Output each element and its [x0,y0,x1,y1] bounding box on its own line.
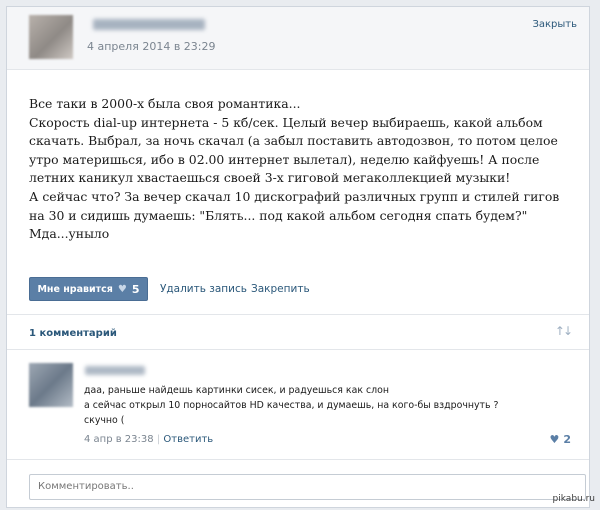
post-text-line: летних каникул хвастаешься своей 3-х гиг… [29,170,511,186]
comment-date[interactable]: 4 апр в 23:38 [84,434,154,445]
comment-meta: 4 апр в 23:38 | Ответить [84,434,213,445]
divider [7,314,589,315]
comment-meta-separator: | [156,434,161,445]
post-text-line: на 30 и сидишь думаешь: "Блять... под ка… [29,207,528,223]
comment-text-line: а сейчас открыл 10 порносайтов HD качест… [84,400,499,411]
comment-text: даа, раньше найдешь картинки сисек, и ра… [84,383,499,428]
like-count: 5 [131,282,140,296]
post-card: 4 апреля 2014 в 23:29 Закрыть Все таки в… [6,6,590,508]
like-button[interactable]: Мне нравится ♥ 5 [29,277,148,301]
post-text-line: Мда...уныло [29,226,110,242]
close-link[interactable]: Закрыть [532,19,577,30]
heart-icon: ♥ [549,433,560,446]
comment-author-name-blurred[interactable] [85,366,145,375]
sort-arrows-icon[interactable]: ↑↓ [555,324,573,338]
heart-icon: ♥ [117,283,127,295]
comment-text-line: скучно ( [84,415,125,426]
comment-text-line: даа, раньше найдешь картинки сисек, и ра… [84,385,389,396]
comment-like-count: 2 [563,433,571,446]
reply-link[interactable]: Ответить [163,434,213,445]
divider [7,349,589,350]
comment-author-avatar[interactable] [29,363,73,407]
author-name-blurred[interactable] [93,19,205,30]
delete-post-link[interactable]: Удалить запись [160,283,247,295]
comment-like-button[interactable]: ♥ 2 [549,433,571,446]
post-text-line: Все таки в 2000-х была своя романтика... [29,96,301,111]
pin-post-link[interactable]: Закрепить [251,283,310,295]
post-text-line: Скорость dial-up интернета - 5 кб/сек. Ц… [29,114,543,130]
divider [7,459,589,460]
comments-count[interactable]: 1 комментарий [29,328,117,339]
site-watermark: pikabu.ru [552,494,595,504]
post-text-line: А сейчас что? За вечер скачал 10 дискогр… [29,188,560,204]
post-text-line: утро материшься, ибо в 02.00 интернет вы… [29,151,540,167]
post-text-line: скачать. Выбрал, за ночь скачал (а забыл… [29,133,558,149]
post-header: 4 апреля 2014 в 23:29 Закрыть [7,7,589,70]
post-text: Все таки в 2000-х была своя романтика...… [29,95,579,244]
comment-input[interactable]: Комментировать.. [29,474,586,500]
post-date[interactable]: 4 апреля 2014 в 23:29 [87,40,216,53]
author-avatar[interactable] [29,15,73,59]
like-button-label: Мне нравится [37,283,113,295]
